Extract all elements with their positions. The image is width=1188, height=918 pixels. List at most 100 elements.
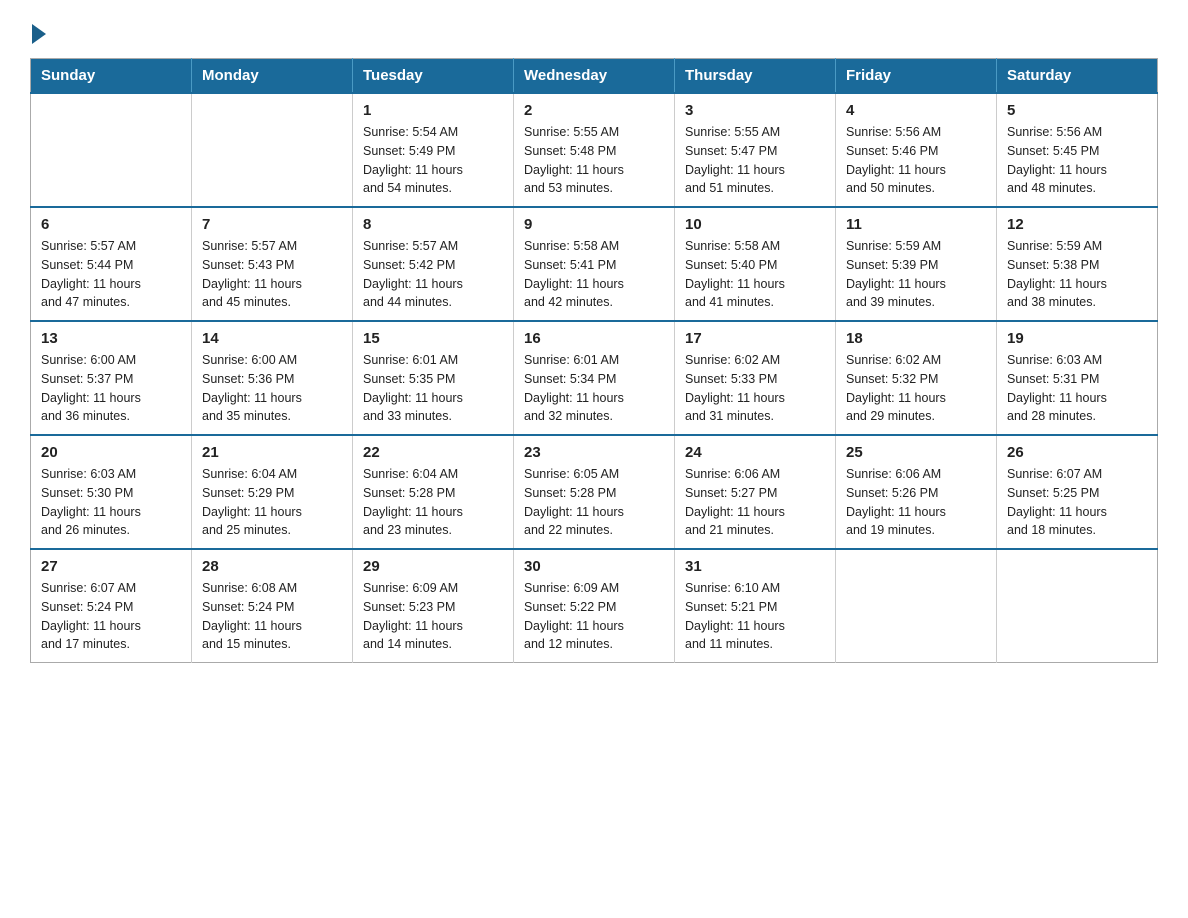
calendar-cell: 31 Sunrise: 6:10 AM Sunset: 5:21 PM Dayli… <box>675 549 836 663</box>
day-number: 4 <box>846 102 986 119</box>
day-number: 18 <box>846 330 986 347</box>
day-info: Sunrise: 6:06 AM Sunset: 5:26 PM Dayligh… <box>846 465 986 540</box>
day-number: 10 <box>685 216 825 233</box>
day-info: Sunrise: 5:56 AM Sunset: 5:45 PM Dayligh… <box>1007 123 1147 198</box>
calendar-table: SundayMondayTuesdayWednesdayThursdayFrid… <box>30 58 1158 663</box>
calendar-cell: 25 Sunrise: 6:06 AM Sunset: 5:26 PM Dayli… <box>836 435 997 549</box>
day-number: 8 <box>363 216 503 233</box>
day-number: 16 <box>524 330 664 347</box>
calendar-cell <box>31 93 192 207</box>
day-number: 15 <box>363 330 503 347</box>
day-info: Sunrise: 5:55 AM Sunset: 5:48 PM Dayligh… <box>524 123 664 198</box>
day-info: Sunrise: 6:01 AM Sunset: 5:34 PM Dayligh… <box>524 351 664 426</box>
day-info: Sunrise: 6:00 AM Sunset: 5:37 PM Dayligh… <box>41 351 181 426</box>
calendar-header-row: SundayMondayTuesdayWednesdayThursdayFrid… <box>31 59 1158 94</box>
day-info: Sunrise: 6:03 AM Sunset: 5:31 PM Dayligh… <box>1007 351 1147 426</box>
day-info: Sunrise: 5:57 AM Sunset: 5:43 PM Dayligh… <box>202 237 342 312</box>
calendar-cell: 22 Sunrise: 6:04 AM Sunset: 5:28 PM Dayli… <box>353 435 514 549</box>
calendar-cell: 24Sunrise: 6:06 AM Sunset: 5:27 PM Dayli… <box>675 435 836 549</box>
day-number: 11 <box>846 216 986 233</box>
calendar-cell: 15 Sunrise: 6:01 AM Sunset: 5:35 PM Dayli… <box>353 321 514 435</box>
day-info: Sunrise: 6:04 AM Sunset: 5:28 PM Dayligh… <box>363 465 503 540</box>
logo <box>30 20 46 40</box>
day-info: Sunrise: 6:03 AM Sunset: 5:30 PM Dayligh… <box>41 465 181 540</box>
logo-arrow-icon <box>32 24 46 44</box>
day-number: 24 <box>685 444 825 461</box>
calendar-cell: 28 Sunrise: 6:08 AM Sunset: 5:24 PM Dayli… <box>192 549 353 663</box>
day-number: 5 <box>1007 102 1147 119</box>
day-info: Sunrise: 5:54 AM Sunset: 5:49 PM Dayligh… <box>363 123 503 198</box>
calendar-cell: 2 Sunrise: 5:55 AM Sunset: 5:48 PM Daylig… <box>514 93 675 207</box>
calendar-cell: 29 Sunrise: 6:09 AM Sunset: 5:23 PM Dayli… <box>353 549 514 663</box>
day-info: Sunrise: 5:56 AM Sunset: 5:46 PM Dayligh… <box>846 123 986 198</box>
day-info: Sunrise: 6:07 AM Sunset: 5:24 PM Dayligh… <box>41 579 181 654</box>
day-number: 6 <box>41 216 181 233</box>
day-info: Sunrise: 6:04 AM Sunset: 5:29 PM Dayligh… <box>202 465 342 540</box>
day-number: 28 <box>202 558 342 575</box>
day-info: Sunrise: 6:08 AM Sunset: 5:24 PM Dayligh… <box>202 579 342 654</box>
day-info: Sunrise: 5:59 AM Sunset: 5:39 PM Dayligh… <box>846 237 986 312</box>
calendar-cell: 20 Sunrise: 6:03 AM Sunset: 5:30 PM Dayli… <box>31 435 192 549</box>
day-number: 25 <box>846 444 986 461</box>
calendar-cell: 11 Sunrise: 5:59 AM Sunset: 5:39 PM Dayli… <box>836 207 997 321</box>
calendar-cell: 23 Sunrise: 6:05 AM Sunset: 5:28 PM Dayli… <box>514 435 675 549</box>
calendar-cell: 10Sunrise: 5:58 AM Sunset: 5:40 PM Dayli… <box>675 207 836 321</box>
weekday-header-monday: Monday <box>192 59 353 94</box>
calendar-cell: 12 Sunrise: 5:59 AM Sunset: 5:38 PM Dayli… <box>997 207 1158 321</box>
day-number: 23 <box>524 444 664 461</box>
calendar-week-2: 6 Sunrise: 5:57 AM Sunset: 5:44 PM Daylig… <box>31 207 1158 321</box>
day-number: 31 <box>685 558 825 575</box>
weekday-header-sunday: Sunday <box>31 59 192 94</box>
day-info: Sunrise: 6:01 AM Sunset: 5:35 PM Dayligh… <box>363 351 503 426</box>
day-number: 13 <box>41 330 181 347</box>
calendar-cell: 13 Sunrise: 6:00 AM Sunset: 5:37 PM Dayli… <box>31 321 192 435</box>
calendar-cell: 7 Sunrise: 5:57 AM Sunset: 5:43 PM Daylig… <box>192 207 353 321</box>
day-info: Sunrise: 6:09 AM Sunset: 5:23 PM Dayligh… <box>363 579 503 654</box>
calendar-week-4: 20 Sunrise: 6:03 AM Sunset: 5:30 PM Dayli… <box>31 435 1158 549</box>
calendar-cell: 3 Sunrise: 5:55 AM Sunset: 5:47 PM Daylig… <box>675 93 836 207</box>
calendar-cell: 27 Sunrise: 6:07 AM Sunset: 5:24 PM Dayli… <box>31 549 192 663</box>
weekday-header-friday: Friday <box>836 59 997 94</box>
calendar-cell: 1 Sunrise: 5:54 AM Sunset: 5:49 PM Daylig… <box>353 93 514 207</box>
calendar-cell: 9 Sunrise: 5:58 AM Sunset: 5:41 PM Daylig… <box>514 207 675 321</box>
day-info: Sunrise: 5:58 AM Sunset: 5:41 PM Dayligh… <box>524 237 664 312</box>
day-number: 12 <box>1007 216 1147 233</box>
day-number: 9 <box>524 216 664 233</box>
calendar-cell: 30Sunrise: 6:09 AM Sunset: 5:22 PM Dayli… <box>514 549 675 663</box>
calendar-cell: 17Sunrise: 6:02 AM Sunset: 5:33 PM Dayli… <box>675 321 836 435</box>
calendar-cell: 4 Sunrise: 5:56 AM Sunset: 5:46 PM Daylig… <box>836 93 997 207</box>
day-number: 20 <box>41 444 181 461</box>
day-info: Sunrise: 5:55 AM Sunset: 5:47 PM Dayligh… <box>685 123 825 198</box>
day-number: 22 <box>363 444 503 461</box>
day-info: Sunrise: 5:57 AM Sunset: 5:44 PM Dayligh… <box>41 237 181 312</box>
calendar-cell: 21 Sunrise: 6:04 AM Sunset: 5:29 PM Dayli… <box>192 435 353 549</box>
day-number: 1 <box>363 102 503 119</box>
day-info: Sunrise: 6:00 AM Sunset: 5:36 PM Dayligh… <box>202 351 342 426</box>
day-number: 21 <box>202 444 342 461</box>
weekday-header-thursday: Thursday <box>675 59 836 94</box>
weekday-header-wednesday: Wednesday <box>514 59 675 94</box>
calendar-cell: 8 Sunrise: 5:57 AM Sunset: 5:42 PM Daylig… <box>353 207 514 321</box>
day-number: 30 <box>524 558 664 575</box>
day-number: 19 <box>1007 330 1147 347</box>
day-number: 7 <box>202 216 342 233</box>
weekday-header-tuesday: Tuesday <box>353 59 514 94</box>
calendar-week-1: 1 Sunrise: 5:54 AM Sunset: 5:49 PM Daylig… <box>31 93 1158 207</box>
day-info: Sunrise: 6:02 AM Sunset: 5:33 PM Dayligh… <box>685 351 825 426</box>
day-number: 3 <box>685 102 825 119</box>
calendar-cell: 5 Sunrise: 5:56 AM Sunset: 5:45 PM Daylig… <box>997 93 1158 207</box>
calendar-cell <box>192 93 353 207</box>
day-info: Sunrise: 5:57 AM Sunset: 5:42 PM Dayligh… <box>363 237 503 312</box>
calendar-week-3: 13 Sunrise: 6:00 AM Sunset: 5:37 PM Dayli… <box>31 321 1158 435</box>
day-info: Sunrise: 6:05 AM Sunset: 5:28 PM Dayligh… <box>524 465 664 540</box>
day-info: Sunrise: 6:10 AM Sunset: 5:21 PM Dayligh… <box>685 579 825 654</box>
weekday-header-saturday: Saturday <box>997 59 1158 94</box>
day-number: 29 <box>363 558 503 575</box>
day-number: 14 <box>202 330 342 347</box>
day-info: Sunrise: 5:59 AM Sunset: 5:38 PM Dayligh… <box>1007 237 1147 312</box>
day-number: 2 <box>524 102 664 119</box>
calendar-cell: 26Sunrise: 6:07 AM Sunset: 5:25 PM Dayli… <box>997 435 1158 549</box>
calendar-cell: 18Sunrise: 6:02 AM Sunset: 5:32 PM Dayli… <box>836 321 997 435</box>
day-number: 27 <box>41 558 181 575</box>
calendar-cell: 6 Sunrise: 5:57 AM Sunset: 5:44 PM Daylig… <box>31 207 192 321</box>
